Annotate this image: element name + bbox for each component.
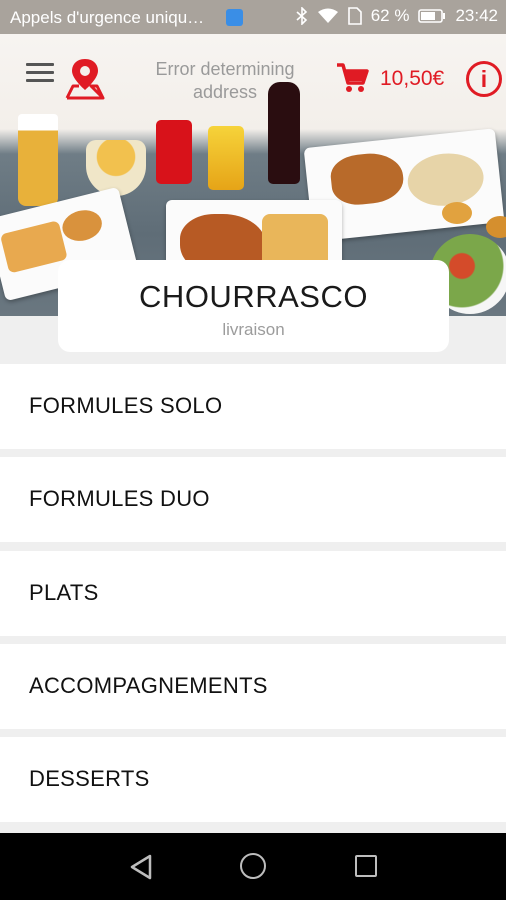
- menu-button[interactable]: [26, 63, 54, 85]
- custard-tart-image: [442, 202, 472, 224]
- category-item[interactable]: PLATS: [0, 551, 506, 636]
- carrier-text: Appels d'urgence uniqu…: [10, 8, 205, 27]
- category-item[interactable]: DESSERTS: [0, 737, 506, 822]
- back-icon[interactable]: [128, 853, 154, 886]
- lipton-can-image: [208, 126, 244, 190]
- category-label: DESSERTS: [29, 766, 150, 791]
- wifi-icon: [317, 8, 339, 24]
- category-item[interactable]: FORMULES DUO: [0, 457, 506, 542]
- top-bar: Error determining address 10,50€ i: [0, 34, 506, 124]
- navigation-bar: [0, 833, 506, 900]
- category-item[interactable]: ACCOMPAGNEMENTS: [0, 644, 506, 729]
- recent-apps-icon[interactable]: [355, 855, 377, 877]
- custard-tart-image: [486, 216, 506, 238]
- info-icon[interactable]: i: [466, 61, 502, 97]
- bluetooth-icon: [296, 7, 308, 25]
- battery-percent: 62 %: [370, 6, 410, 25]
- beer-glass-image: [18, 114, 58, 206]
- menu-icon-line: [26, 63, 54, 66]
- cart-total[interactable]: 10,50€: [380, 67, 444, 91]
- status-bar: Appels d'urgence uniqu… 62 % 23:42: [0, 0, 506, 34]
- home-icon[interactable]: [240, 853, 266, 879]
- location-pin-icon[interactable]: [64, 56, 106, 105]
- menu-icon-line: [26, 71, 54, 74]
- delivery-mode: livraison: [222, 320, 285, 339]
- category-label: PLATS: [29, 580, 99, 605]
- menu-icon-line: [26, 79, 54, 82]
- restaurant-card: CHOURRASCO livraison: [58, 260, 449, 352]
- category-label: FORMULES DUO: [29, 486, 210, 511]
- bluetooth-notification-icon: [226, 9, 243, 26]
- battery-icon: [418, 9, 446, 23]
- restaurant-name: CHOURRASCO: [139, 279, 368, 314]
- category-item[interactable]: FORMULES SOLO: [0, 364, 506, 449]
- address-text[interactable]: Error determining address: [130, 58, 320, 104]
- category-label: FORMULES SOLO: [29, 393, 223, 418]
- clock: 23:42: [455, 6, 498, 25]
- category-label: ACCOMPAGNEMENTS: [29, 673, 268, 698]
- coca-cola-can-image: [156, 120, 192, 184]
- sim-icon: [347, 7, 362, 25]
- cart-icon[interactable]: [335, 62, 369, 99]
